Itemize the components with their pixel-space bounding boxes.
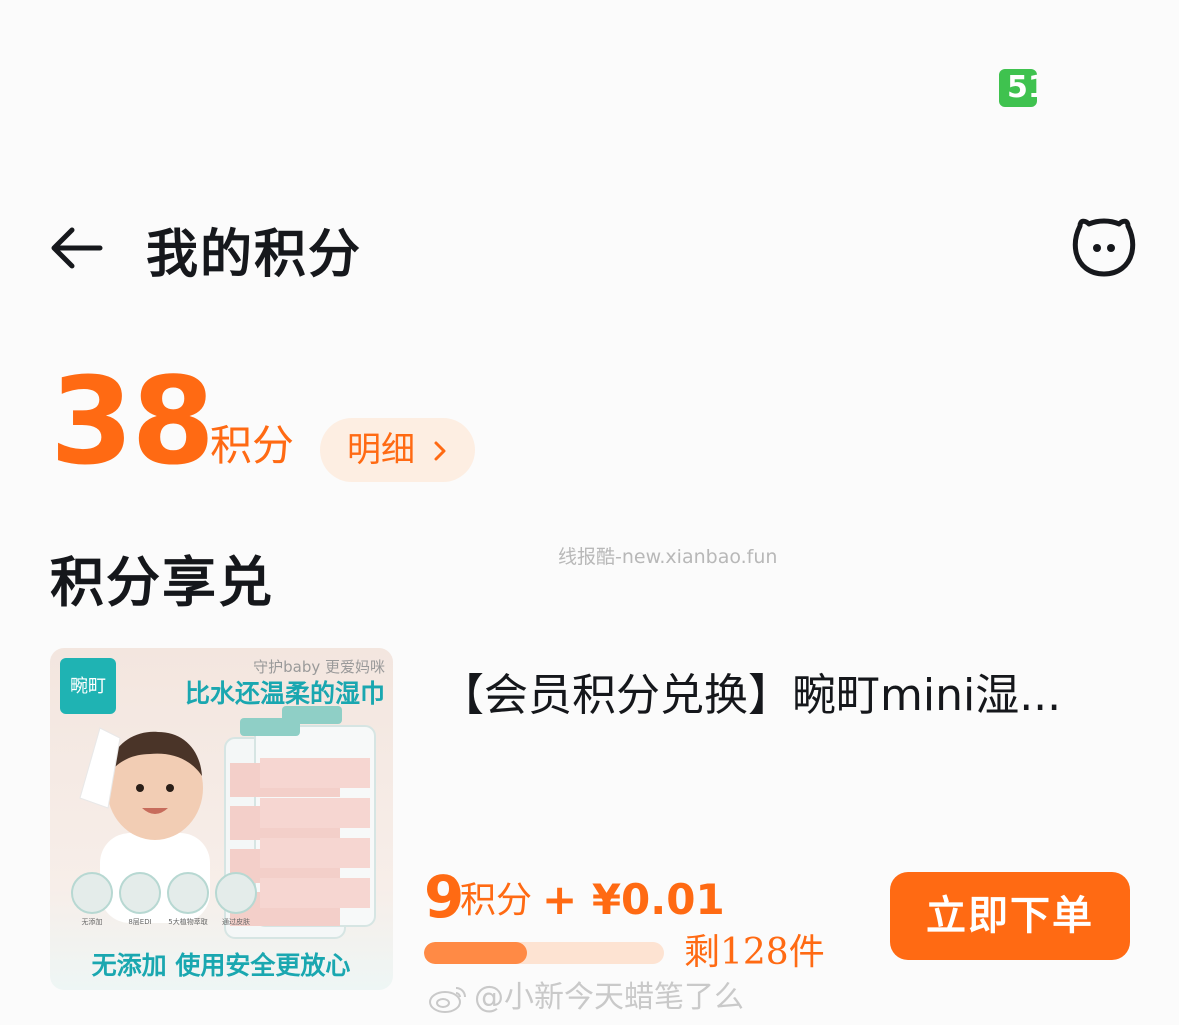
- detail-label: 明细: [347, 430, 415, 470]
- stock-progress-bar: [424, 942, 664, 964]
- watermark-text: 线报酷-new.xianbao.fun: [558, 546, 778, 568]
- page-title: 我的积分: [146, 225, 363, 285]
- product-brand-logo: 畹町: [70, 676, 106, 697]
- weibo-icon: [429, 986, 466, 1013]
- feature-label: 通过皮肤: [222, 917, 250, 926]
- points-unit-label: 积分: [210, 421, 295, 470]
- feature-label: 5大植物萃取: [168, 917, 207, 926]
- product-slogan: 守护baby 更爱妈咪: [253, 658, 385, 676]
- product-image[interactable]: 畹町 守护baby 更爱妈咪 比水还温柔的湿巾 无添加 8层EDI 5大植物萃取…: [50, 648, 393, 990]
- stock-remaining: 剩128件: [684, 932, 825, 973]
- weibo-watermark: @小新今天蜡笔了么: [428, 978, 744, 1018]
- feature-label: 无添加: [82, 917, 103, 926]
- customer-service-button[interactable]: [1072, 214, 1136, 278]
- points-balance: 38: [50, 353, 215, 492]
- feature-label: 8层EDI: [128, 918, 151, 926]
- back-button[interactable]: [48, 220, 108, 276]
- stock-progress-fill: [424, 942, 528, 964]
- status-badge: 51: [999, 69, 1037, 107]
- order-now-button[interactable]: 立即下单: [890, 872, 1130, 960]
- product-name[interactable]: 【会员积分兑换】畹町mini湿...: [440, 666, 1100, 726]
- price-points-unit: 积分: [460, 880, 533, 921]
- product-headline: 比水还温柔的湿巾: [185, 679, 385, 708]
- points-detail-button[interactable]: 明细: [320, 418, 475, 482]
- watermark-handle: @小新今天蜡笔了么: [474, 980, 744, 1015]
- section-title: 积分享兑: [50, 551, 274, 614]
- price-points-value: 9: [424, 863, 465, 931]
- service-face-icon: [1072, 218, 1136, 277]
- product-bottom-slogan: 无添加 使用安全更放心: [92, 951, 351, 980]
- back-arrow-icon: [51, 227, 103, 269]
- chevron-right-icon: [434, 441, 446, 461]
- price-cash: + ¥0.01: [542, 875, 725, 924]
